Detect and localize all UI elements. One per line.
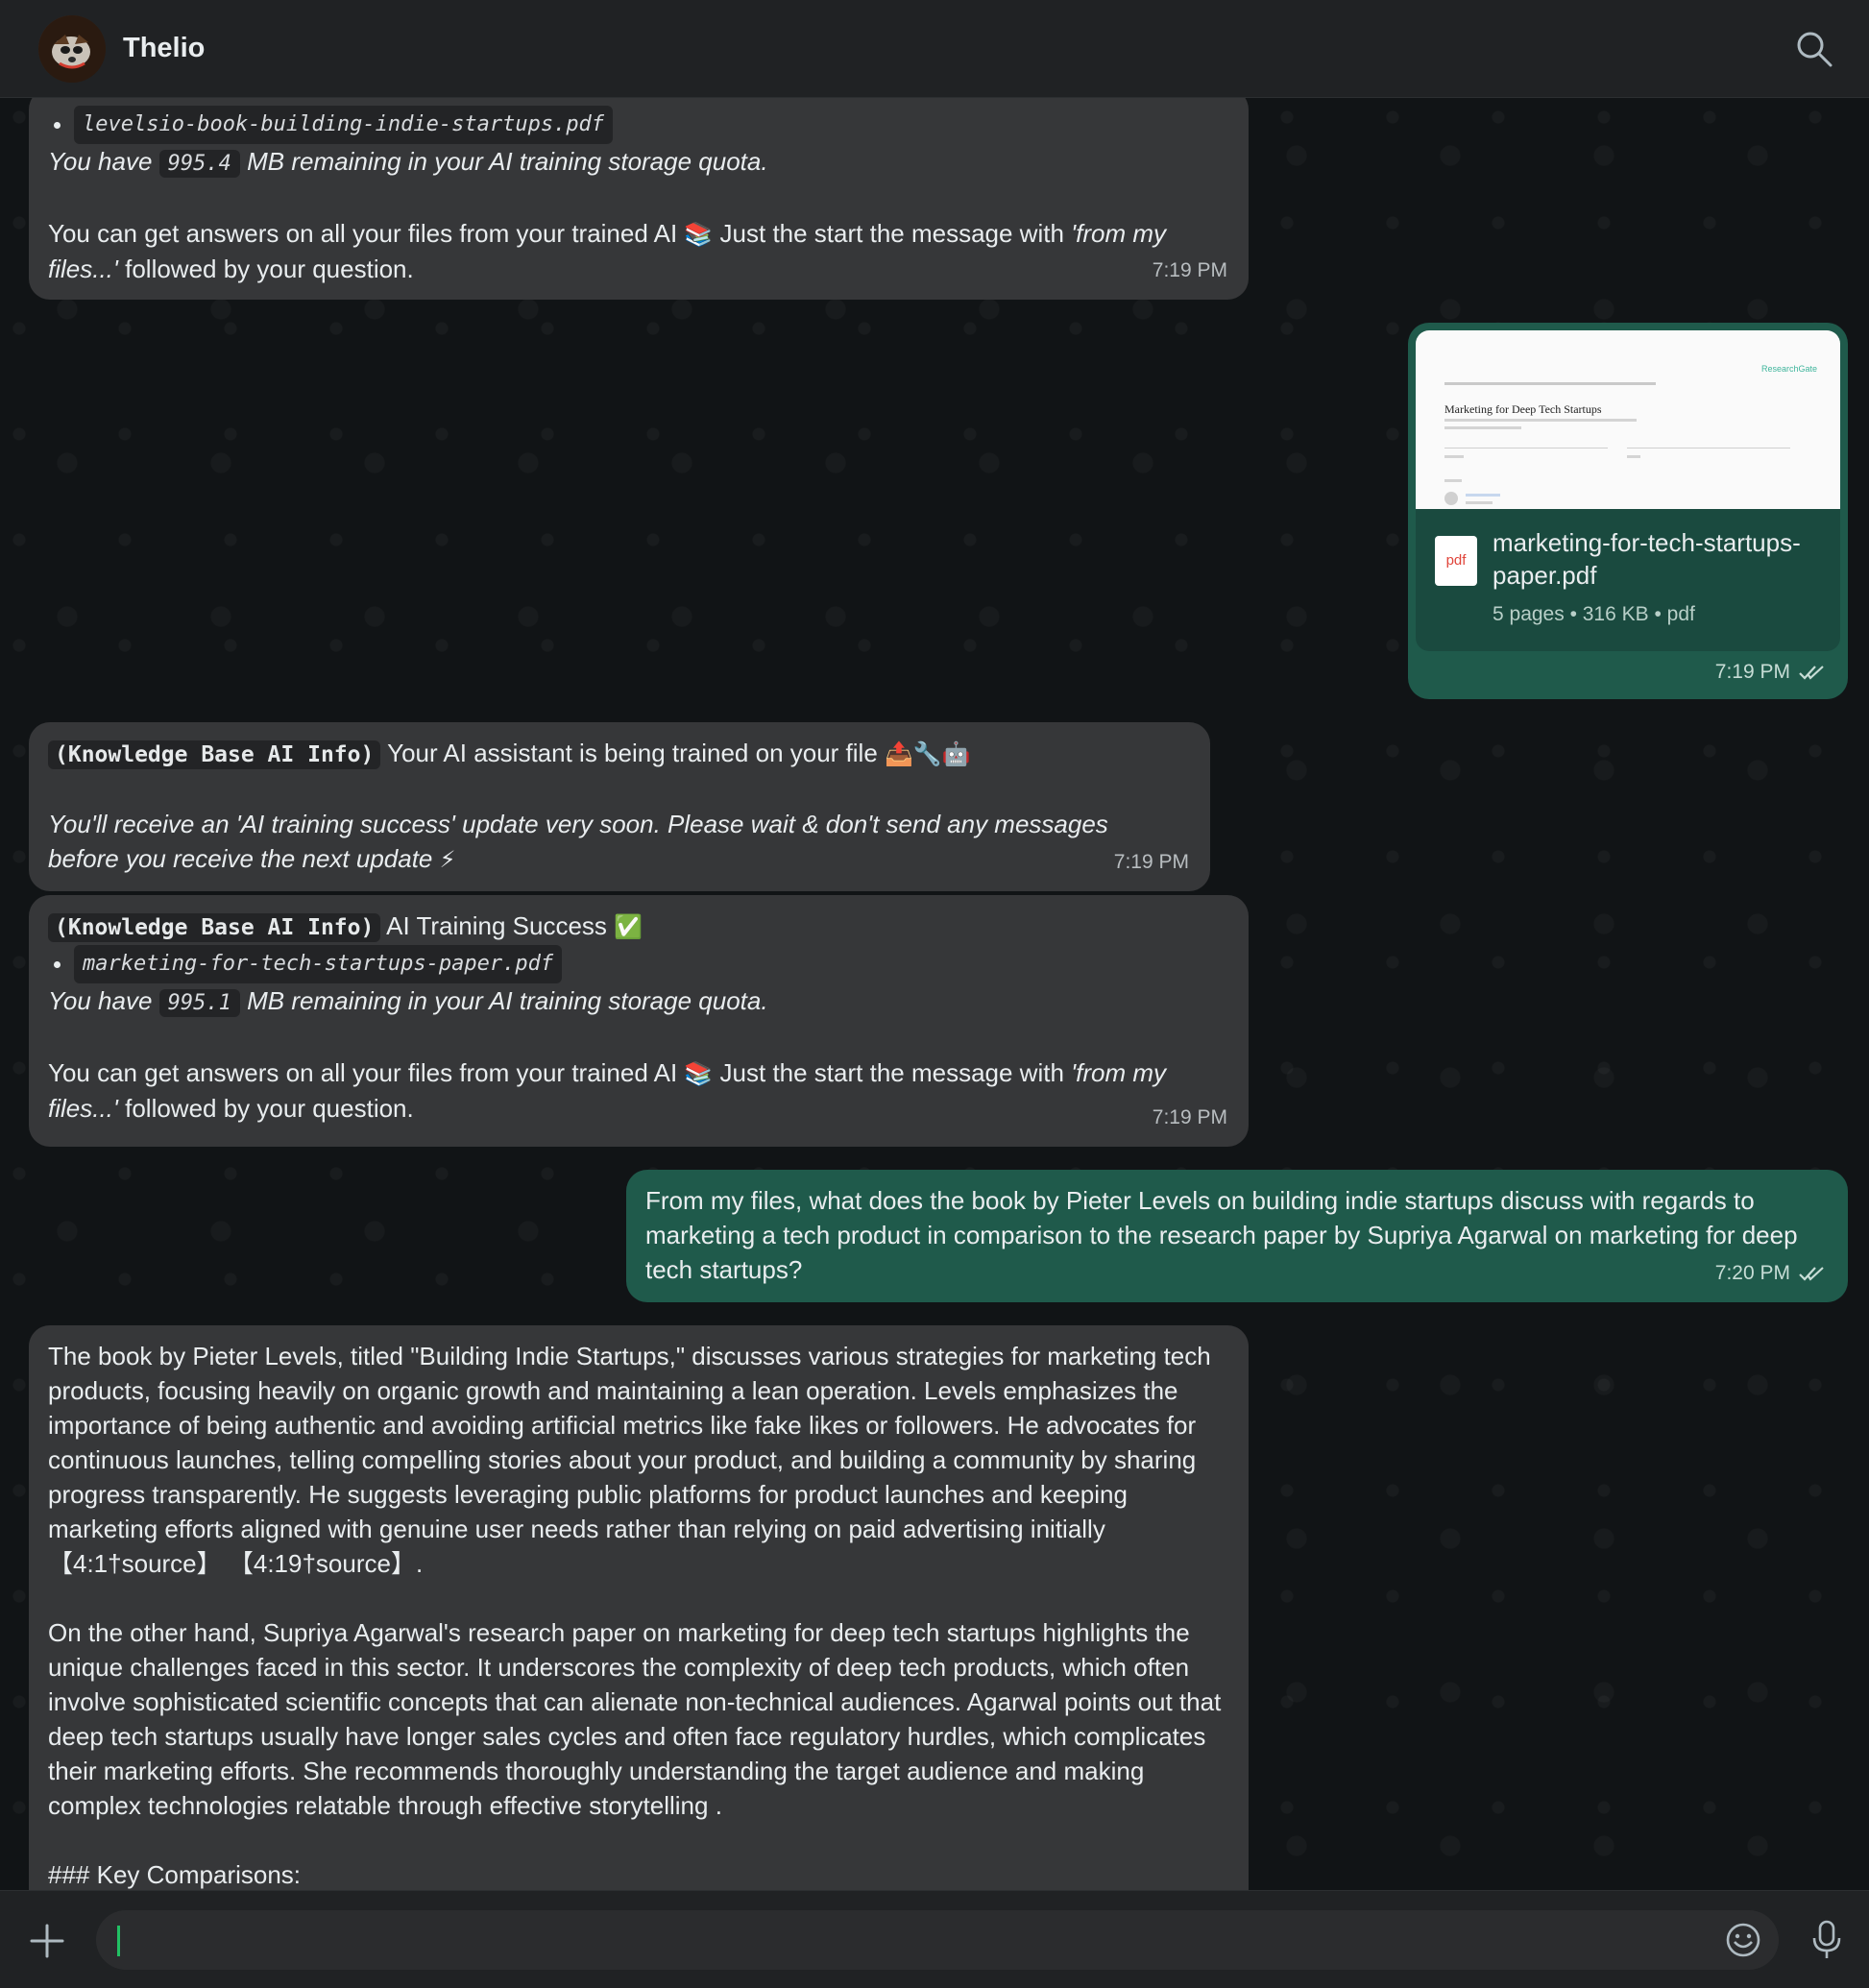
incoming-message[interactable]: levelsio-book-building-indie-startups.pd… bbox=[29, 98, 1249, 300]
answers-text-3: followed by your question. bbox=[125, 255, 414, 283]
double-check-icon bbox=[1799, 1267, 1824, 1281]
quota-prefix: You have bbox=[48, 147, 153, 176]
info-text: AI Training Success bbox=[386, 911, 607, 940]
outgoing-message[interactable]: From my files, what does the book by Pie… bbox=[626, 1170, 1848, 1302]
preview-brand: ResearchGate bbox=[1760, 364, 1817, 374]
message-text: From my files, what does the book by Pie… bbox=[645, 1186, 1798, 1284]
double-check-icon bbox=[1799, 666, 1824, 680]
microphone-icon[interactable] bbox=[1809, 1919, 1844, 1961]
answers-text-3: followed by your question. bbox=[125, 1094, 414, 1123]
emoji-icon[interactable] bbox=[1725, 1922, 1761, 1958]
file-code: marketing-for-tech-startups-paper.pdf bbox=[74, 945, 563, 983]
chat-area[interactable]: levelsio-book-building-indie-startups.pd… bbox=[0, 98, 1869, 1890]
answer-paragraph-1: The book by Pieter Levels, titled "Build… bbox=[48, 1342, 1211, 1578]
info-line: (Knowledge Base AI Info) Your AI assista… bbox=[48, 736, 1189, 772]
contact-name[interactable]: Thelio bbox=[123, 33, 205, 64]
answers-line: You can get answers on all your files fr… bbox=[48, 216, 1210, 286]
check-emoji: ✅ bbox=[614, 913, 643, 940]
file-list-item: levelsio-book-building-indie-startups.pd… bbox=[48, 106, 1227, 144]
text-caret bbox=[117, 1926, 120, 1956]
notice-text: You'll receive an 'AI training success' … bbox=[48, 810, 1108, 873]
pdf-info[interactable]: pdf marketing-for-tech-startups-paper.pd… bbox=[1416, 509, 1840, 651]
answer-paragraph-3: ### Key Comparisons: bbox=[48, 1860, 302, 1889]
info-text: Your AI assistant is being trained on yo… bbox=[387, 739, 878, 767]
books-emoji: 📚 bbox=[684, 1060, 714, 1087]
message-time: 7:19 PM bbox=[1152, 259, 1227, 281]
answers-text-2: Just the start the message with bbox=[719, 219, 1064, 248]
info-tag: (Knowledge Base AI Info) bbox=[48, 913, 381, 942]
training-emojis: 📤🔧🤖 bbox=[885, 740, 971, 767]
answers-text-2: Just the start the message with bbox=[719, 1058, 1064, 1087]
pdf-preview[interactable]: ResearchGate Marketing for Deep Tech Sta… bbox=[1416, 330, 1840, 509]
answers-line: You can get answers on all your files fr… bbox=[48, 1055, 1210, 1126]
answers-text: You can get answers on all your files fr… bbox=[48, 219, 678, 248]
books-emoji: 📚 bbox=[684, 221, 714, 248]
info-line: (Knowledge Base AI Info) AI Training Suc… bbox=[48, 909, 1227, 945]
quota-value: 995.4 bbox=[158, 150, 240, 178]
avatar-image bbox=[38, 14, 106, 83]
quota-value: 995.1 bbox=[158, 989, 240, 1017]
message-time: 7:19 PM bbox=[1113, 851, 1189, 873]
pdf-file-meta: 5 pages • 316 KB • pdf bbox=[1493, 603, 1695, 625]
info-tag: (Knowledge Base AI Info) bbox=[48, 740, 381, 769]
message-input[interactable] bbox=[96, 1910, 1779, 1970]
attach-plus-icon[interactable] bbox=[29, 1923, 65, 1959]
answer-paragraph-2: On the other hand, Supriya Agarwal's res… bbox=[48, 1618, 1222, 1820]
quota-suffix: MB remaining in your AI training storage… bbox=[247, 147, 768, 176]
outgoing-file-message[interactable]: ResearchGate Marketing for Deep Tech Sta… bbox=[1408, 323, 1848, 699]
incoming-message[interactable]: (Knowledge Base AI Info) Your AI assista… bbox=[29, 722, 1210, 891]
quota-prefix: You have bbox=[48, 986, 153, 1015]
incoming-message[interactable]: (Knowledge Base AI Info) AI Training Suc… bbox=[29, 895, 1249, 1147]
file-list-item: marketing-for-tech-startups-paper.pdf bbox=[48, 945, 1227, 983]
quota-suffix: MB remaining in your AI training storage… bbox=[247, 986, 768, 1015]
quota-line: You have 995.4 MB remaining in your AI t… bbox=[48, 144, 1227, 182]
compose-bar bbox=[0, 1890, 1869, 1988]
quota-line: You have 995.1 MB remaining in your AI t… bbox=[48, 983, 1227, 1021]
message-time: 7:20 PM bbox=[1715, 1256, 1827, 1291]
bullet bbox=[54, 121, 61, 129]
chat-header: Thelio bbox=[0, 0, 1869, 98]
incoming-message[interactable]: The book by Pieter Levels, titled "Build… bbox=[29, 1325, 1249, 1890]
contact-avatar[interactable] bbox=[38, 14, 106, 83]
file-code: levelsio-book-building-indie-startups.pd… bbox=[74, 106, 614, 144]
bullet bbox=[54, 960, 61, 968]
message-time: 7:19 PM bbox=[1152, 1106, 1227, 1128]
lightning-emoji: ⚡ bbox=[439, 846, 456, 873]
pdf-file-icon: pdf bbox=[1435, 536, 1477, 586]
message-time: 7:19 PM bbox=[1715, 655, 1827, 690]
notice-line: You'll receive an 'AI training success' … bbox=[48, 807, 1172, 877]
answers-text: You can get answers on all your files fr… bbox=[48, 1058, 678, 1087]
pdf-file-name: marketing-for-tech-startups-paper.pdf bbox=[1493, 528, 1801, 590]
search-icon[interactable] bbox=[1794, 29, 1834, 69]
